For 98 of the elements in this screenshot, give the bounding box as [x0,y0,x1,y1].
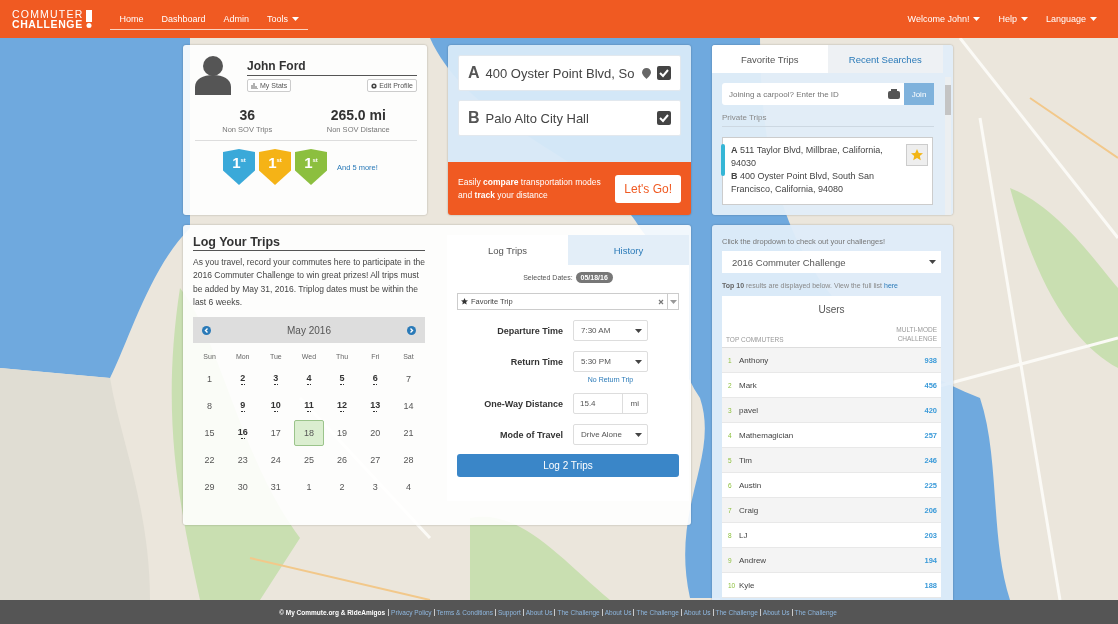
calendar-day[interactable]: 23 [227,446,258,473]
calendar-day[interactable]: 11 [294,392,324,419]
select-field[interactable]: 7:30 AM [573,320,648,341]
calendar-day[interactable]: 16 [227,419,258,446]
caret-icon [929,260,936,264]
calendar-day[interactable]: 30 [227,473,258,500]
section-title: Log Your Trips [193,235,425,251]
select-field[interactable]: Drive Alone [573,424,648,445]
calendar-day[interactable]: 4 [294,365,324,392]
calendar-day[interactable]: 3 [360,473,391,500]
next-icon[interactable] [407,325,416,335]
challenge-select[interactable]: 2016 Commuter Challenge [722,251,941,273]
caret-icon [973,17,981,21]
camera-icon [888,89,900,99]
section-label: Private Trips [722,105,934,127]
chart-icon [251,82,258,89]
badge: 1$^{st}$ [259,149,291,185]
caret-icon [669,299,677,304]
badge: 1$^{st}$ [223,149,255,185]
commuter-name: Andrew [739,555,767,565]
calendar-day[interactable]: 3 [260,365,291,392]
commuter-name: Mark [739,380,757,390]
commuter-name: Craig [739,505,759,515]
calendar-day[interactable]: 18 [294,419,324,446]
calendar-day[interactable]: 24 [260,446,291,473]
field-label: Return Time [509,356,563,367]
trip-destination: B 400 Oyster Point Blvd, South San Francisco, California, 94080 [731,170,876,196]
intro-text: As you travel, record your commutes here to participate in the 2016 Commuter Challenge to win great prizes! All trips must be added by May 31, 2016. Triplog dates must be within the last 6 weeks. [193,256,425,309]
calendar-day[interactable]: 15 [194,419,225,446]
caret-icon [1020,17,1028,21]
commuter-name: LJ [739,530,748,540]
calendar-day[interactable]: 10 [260,392,291,419]
calendar-day[interactable]: 17 [260,419,291,446]
star-icon [461,298,468,305]
caret-icon [635,432,642,437]
tab[interactable]: Recent Searches [827,45,943,73]
commuter-name: Kyle [739,580,755,590]
calendar-day[interactable]: 20 [360,419,391,446]
stat-value: 265.0 mi [330,107,386,123]
calendar-day[interactable]: 19 [327,419,358,446]
calendar-day[interactable]: 1 [194,365,225,392]
settings-icon [371,82,378,89]
commuter-name: Tim [739,455,753,465]
calendar-day[interactable]: 5 [327,365,358,392]
accent-bar [721,144,725,176]
calendar-day[interactable]: 7 [393,365,424,392]
calendar-day[interactable]: 25 [294,446,324,473]
calendar-day[interactable]: 21 [393,419,424,446]
previous-icon[interactable] [202,325,211,335]
calendar-day[interactable]: 13 [360,392,391,419]
caret-icon [635,359,642,364]
calendar-day[interactable]: 22 [194,446,225,473]
tab[interactable]: History [568,235,689,265]
address-field[interactable]: A 400 Oyster Point Blvd, So [458,55,681,91]
caret-icon [635,328,642,333]
calendar-day[interactable]: 27 [360,446,391,473]
caret-icon [1090,17,1097,21]
promo-text: Easily compare transportation modes and track your distance [458,175,602,202]
month-label: May 2016 [287,324,331,336]
commuter-name: Austin [739,480,762,490]
calendar-day[interactable]: 6 [360,365,391,392]
user-name: John Ford [247,55,417,76]
calendar-day[interactable]: 4 [393,473,424,500]
calendar-day[interactable]: 29 [194,473,225,500]
caret-icon [292,16,299,21]
locate-icon [642,67,651,79]
calendar-day[interactable]: 14 [393,392,424,419]
commuter-name: Anthony [739,355,769,365]
tab[interactable]: Favorite Trips [712,45,828,73]
logo-text: COMMUTER CHALLENGE [12,9,84,29]
avatar-icon [195,55,231,95]
calendar-day[interactable]: 9 [227,392,258,419]
calendar-day[interactable]: 28 [393,446,424,473]
log-trips-button[interactable]: Log 2 Trips [457,454,679,477]
stat-value: 36 [239,107,256,123]
field-label: Departure Time [496,325,563,336]
commuter-name: Mathemagician [739,430,794,440]
calendar-day[interactable]: 2 [227,365,258,392]
checkbox[interactable] [657,66,671,80]
address-field[interactable]: B Palo Alto City Hall [458,100,681,136]
field-label: One-Way Distance [483,398,563,409]
calendar-day[interactable]: 8 [194,392,225,419]
trip-origin: A 511 Taylor Blvd, Millbrae, California, 94030 [731,144,884,170]
calendar-day[interactable]: 26 [327,446,358,473]
calendar-day[interactable]: 2 [327,473,358,500]
clear-icon[interactable] [658,298,664,305]
checkbox[interactable] [657,111,671,125]
distance-field[interactable]: 15.4 mi [573,393,648,414]
calendar-day[interactable]: 1 [294,473,324,500]
select-field[interactable]: 5:30 PM [573,351,648,372]
carpool-field[interactable]: Joining a carpool? Enter the ID [722,83,904,105]
leaderboard-title: Users [817,303,846,317]
calendar-day[interactable]: 31 [260,473,291,500]
commuter-name: pavel [739,405,759,415]
field-label: Mode of Travel [499,429,563,440]
badge: 1$^{st}$ [295,149,327,185]
calendar-day[interactable]: 12 [327,392,358,419]
exclamation-icon [86,10,93,28]
